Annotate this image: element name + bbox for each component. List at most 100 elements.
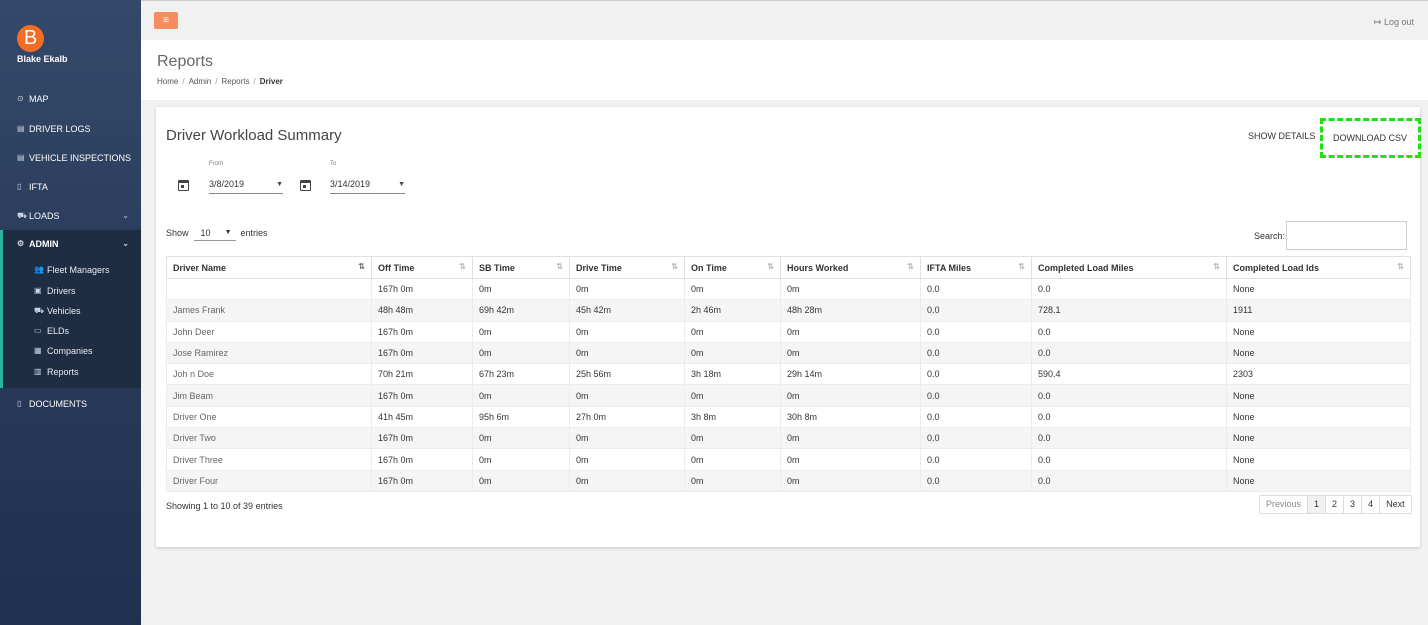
sidebar-item-fleet-managers[interactable]: 👥 Fleet Managers bbox=[3, 260, 144, 280]
sidebar-item-admin[interactable]: ⚙ ADMIN ⌄ bbox=[3, 230, 141, 258]
table-cell: 0.0 bbox=[920, 405, 1032, 429]
column-label: On Time bbox=[691, 262, 727, 273]
show-entries: Show 10 ▼ entries bbox=[166, 225, 268, 241]
caret-down-icon: ▼ bbox=[398, 181, 405, 188]
breadcrumb-admin[interactable]: Admin bbox=[189, 77, 212, 86]
sidebar-subitem-label: Reports bbox=[47, 367, 79, 377]
sort-icon: ⇅ bbox=[671, 262, 678, 271]
entries-select[interactable]: 10 ▼ bbox=[193, 225, 236, 241]
table-cell: 25h 56m bbox=[569, 363, 685, 386]
col-sb-time[interactable]: SB Time ⇅ bbox=[472, 256, 570, 279]
sidebar-item-companies[interactable]: ▦ Companies bbox=[3, 341, 144, 361]
sidebar-item-driver-logs[interactable]: ▤ DRIVER LOGS bbox=[0, 115, 141, 143]
table-row: Jim Beam 167h 0m 0m 0m 0m 0m 0.0 0.0 None bbox=[166, 384, 1411, 407]
workload-table: Driver Name ⇅ Off Time ⇅ SB Time ⇅ Drive Ti… bbox=[166, 256, 1411, 492]
breadcrumb-reports[interactable]: Reports bbox=[222, 77, 250, 86]
sidebar-item-ifta[interactable]: ▯ IFTA bbox=[0, 173, 141, 201]
table-cell: 48h 28m bbox=[780, 299, 921, 322]
col-completed-load-ids[interactable]: Completed Load Ids ⇅ bbox=[1226, 256, 1411, 279]
table-row: John Deer 167h 0m 0m 0m 0m 0m 0.0 0.0 None bbox=[166, 320, 1411, 343]
col-completed-load-miles[interactable]: Completed Load Miles ⇅ bbox=[1031, 256, 1227, 279]
sidebar-item-drivers[interactable]: ▣ Drivers bbox=[3, 281, 144, 301]
table-cell: 0m bbox=[684, 341, 781, 365]
sidebar-item-label: IFTA bbox=[29, 182, 48, 192]
table-cell: None bbox=[1226, 405, 1411, 429]
to-date-input[interactable]: 3/14/2019 ▼ bbox=[330, 179, 405, 194]
sidebar-item-loads[interactable]: ⛟ LOADS ⌄ bbox=[0, 202, 141, 230]
pagination-page-2[interactable]: 2 bbox=[1326, 496, 1345, 513]
showing-info: Showing 1 to 10 of 39 entries bbox=[166, 501, 283, 511]
pagination-next[interactable]: Next bbox=[1380, 496, 1411, 513]
show-label: Show bbox=[166, 228, 189, 238]
table-cell: 0m bbox=[684, 320, 781, 343]
truck-icon: ⛟ bbox=[17, 211, 28, 220]
sort-icon: ⇅ bbox=[1397, 262, 1404, 271]
download-csv-button[interactable]: DOWNLOAD CSV bbox=[1320, 118, 1421, 158]
column-label: Completed Load Miles bbox=[1038, 262, 1134, 273]
col-on-time[interactable]: On Time ⇅ bbox=[684, 256, 781, 279]
search-input[interactable] bbox=[1286, 221, 1407, 250]
sidebar-subitem-label: Drivers bbox=[47, 286, 76, 296]
table-cell: 0.0 bbox=[920, 384, 1032, 407]
table-cell: 0m bbox=[780, 320, 921, 343]
calendar-icon[interactable] bbox=[178, 180, 189, 191]
document-icon: ▯ bbox=[17, 182, 22, 191]
table-cell: 0m bbox=[684, 427, 781, 450]
table-cell: None bbox=[1226, 427, 1411, 450]
document-icon: ▯ bbox=[17, 399, 22, 408]
pagination-page-3[interactable]: 3 bbox=[1344, 496, 1363, 513]
logout-label: Log out bbox=[1383, 17, 1414, 27]
sidebar-item-map[interactable]: ⊙ MAP bbox=[0, 85, 141, 113]
truck-icon: ⛟ bbox=[34, 306, 45, 315]
sidebar-item-vehicle-inspections[interactable]: ▤ VEHICLE INSPECTIONS bbox=[0, 144, 141, 172]
sidebar-item-label: LOADS bbox=[29, 211, 60, 221]
page-title: Reports bbox=[157, 53, 214, 70]
search-label: Search: bbox=[1254, 231, 1286, 241]
calendar-icon[interactable] bbox=[300, 180, 311, 191]
table-cell: 0.0 bbox=[920, 299, 1032, 322]
sidebar-item-reports[interactable]: ▥ Reports bbox=[3, 362, 144, 382]
col-driver-name[interactable]: Driver Name ⇅ bbox=[166, 256, 372, 279]
download-csv-label: DOWNLOAD CSV bbox=[1333, 133, 1408, 143]
col-hours-worked[interactable]: Hours Worked ⇅ bbox=[780, 256, 921, 279]
col-drive-time[interactable]: Drive Time ⇅ bbox=[569, 256, 685, 279]
table-cell: 41h 45m bbox=[371, 405, 473, 429]
pagination-previous[interactable]: Previous bbox=[1260, 496, 1309, 513]
user-name: Blake Ekalb bbox=[17, 54, 68, 64]
breadcrumb-home[interactable]: Home bbox=[157, 77, 178, 86]
logout-icon: ↦ bbox=[1373, 17, 1382, 27]
report-card: Driver Workload Summary SHOW DETAILS DOW… bbox=[156, 107, 1421, 547]
sidebar-item-vehicles[interactable]: ⛟ Vehicles bbox=[3, 301, 144, 321]
page-header: Reports Home / Admin / Reports / Driver bbox=[141, 40, 1428, 100]
caret-down-icon: ▼ bbox=[224, 229, 232, 236]
table-cell: 167h 0m bbox=[371, 384, 473, 407]
col-off-time[interactable]: Off Time ⇅ bbox=[371, 256, 473, 279]
sidebar-item-elds[interactable]: ▭ ELDs bbox=[3, 321, 144, 341]
avatar[interactable]: B bbox=[17, 25, 44, 52]
sidebar-item-documents[interactable]: ▯ DOCUMENTS bbox=[0, 390, 141, 418]
pagination-page-1[interactable]: 1 bbox=[1308, 496, 1327, 513]
id-card-icon: ▣ bbox=[34, 286, 42, 295]
breadcrumb-current: Driver bbox=[259, 77, 283, 86]
from-date-input[interactable]: 3/8/2019 ▼ bbox=[209, 179, 283, 194]
show-details-button[interactable]: SHOW DETAILS bbox=[1248, 131, 1315, 141]
sidebar-item-label: ADMIN bbox=[29, 239, 59, 249]
col-ifta-miles[interactable]: IFTA Miles ⇅ bbox=[920, 256, 1032, 279]
table-cell: 167h 0m bbox=[371, 320, 473, 343]
table-row: James Frank 48h 48m 69h 42m 45h 42m 2h 46m 48… bbox=[166, 299, 1411, 322]
table-cell: 95h 6m bbox=[472, 405, 570, 429]
table-cell: 0m bbox=[472, 341, 570, 365]
table-cell: 0m bbox=[569, 341, 685, 365]
sidebar-subitem-label: Companies bbox=[47, 346, 93, 356]
column-label: Completed Load Ids bbox=[1233, 262, 1320, 273]
table-cell: 0m bbox=[780, 277, 921, 301]
table-cell: 0m bbox=[684, 277, 781, 301]
table-cell: 0m bbox=[472, 448, 570, 471]
pagination-page-4[interactable]: 4 bbox=[1362, 496, 1381, 513]
table-cell: Jose Ramirez bbox=[166, 341, 372, 365]
sort-icon: ⇅ bbox=[358, 262, 365, 271]
logout-link[interactable]: ↦ Log out bbox=[1374, 17, 1414, 28]
menu-toggle-button[interactable]: ≡ bbox=[154, 12, 178, 29]
table-cell: None bbox=[1226, 384, 1411, 407]
sort-icon: ⇅ bbox=[1213, 262, 1220, 271]
